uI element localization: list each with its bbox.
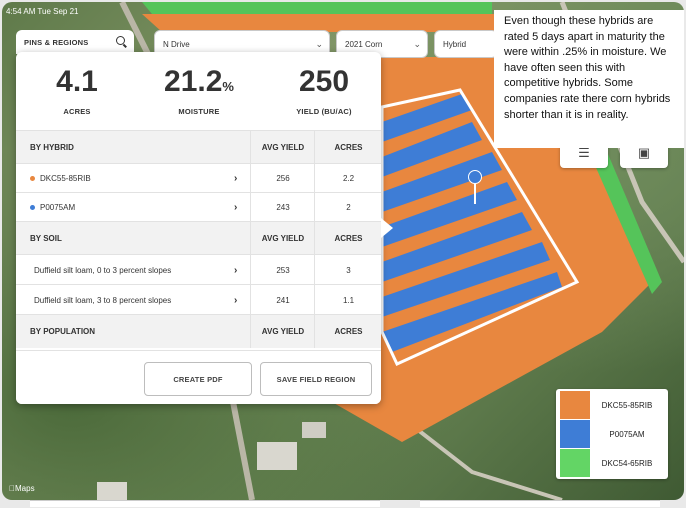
section-title: BY POPULATION xyxy=(30,327,96,336)
by-hybrid-header: BY HYBRID AVG YIELD ACRES xyxy=(16,130,381,164)
section-title: BY HYBRID xyxy=(30,143,74,152)
section-title: BY SOIL xyxy=(30,234,62,243)
hybrid-row[interactable]: P0075AM › 243 2 xyxy=(16,192,381,222)
hybrid-legend: DKC55-85RIB P0075AM DKC54-65RIB xyxy=(556,389,668,479)
stat-label: YIELD (BU/AC) xyxy=(296,107,352,116)
legend-swatch xyxy=(560,391,590,419)
hybrid-color-dot xyxy=(30,176,35,181)
by-soil-header: BY SOIL AVG YIELD ACRES xyxy=(16,221,381,255)
pins-regions-tab[interactable]: PINS & REGIONS xyxy=(16,30,134,54)
create-pdf-button[interactable]: CREATE PDF xyxy=(144,362,252,396)
by-population-header: BY POPULATION AVG YIELD ACRES xyxy=(16,314,381,348)
bottom-bar xyxy=(420,500,660,507)
stat-unit: % xyxy=(222,79,234,94)
hybrid-label: P0075AM xyxy=(40,203,76,212)
stats-summary: 4.1 ACRES 21.2% MOISTURE 250 YIELD (BU/A… xyxy=(16,52,381,130)
layer-select[interactable]: Hybrid xyxy=(434,30,498,58)
legend-swatch xyxy=(560,420,590,448)
avg-yield-cell: 256 xyxy=(250,164,315,193)
soil-label: Duffield silt loam, 3 to 8 percent slope… xyxy=(34,295,172,305)
maps-label: Maps xyxy=(9,484,35,493)
season-select-value: 2021 Corn xyxy=(345,39,383,49)
map-pin-icon[interactable] xyxy=(468,170,482,206)
stat-yield: 250 YIELD (BU/AC) xyxy=(274,65,374,117)
search-icon[interactable] xyxy=(116,36,125,45)
chevron-down-icon: ⌄ xyxy=(413,39,421,49)
status-bar-time: 4:54 AM Tue Sep 21 xyxy=(6,7,79,16)
soil-row[interactable]: Duffield silt loam, 3 to 8 percent slope… xyxy=(16,284,381,315)
col-avg-yield: AVG YIELD xyxy=(250,315,315,348)
legend-swatch xyxy=(560,449,590,477)
chevron-right-icon: › xyxy=(234,264,238,276)
stat-acres: 4.1 ACRES xyxy=(34,65,120,117)
soil-label: Duffield silt loam, 0 to 3 percent slope… xyxy=(34,265,172,275)
chevron-right-icon: › xyxy=(234,173,238,184)
layer-select-value: Hybrid xyxy=(443,39,467,49)
legend-item: DKC55-85RIB xyxy=(560,391,664,419)
hybrid-row[interactable]: DKC55-85RIB › 256 2.2 xyxy=(16,163,381,193)
chevron-down-icon: ⌄ xyxy=(315,39,323,49)
col-avg-yield: AVG YIELD xyxy=(250,131,315,164)
legend-label: DKC54-65RIB xyxy=(601,458,653,468)
soil-row[interactable]: Duffield silt loam, 0 to 3 percent slope… xyxy=(16,254,381,285)
legend-label: DKC55-85RIB xyxy=(601,400,653,410)
avg-yield-cell: 253 xyxy=(250,255,315,285)
avg-yield-cell: 243 xyxy=(250,193,315,222)
pins-regions-label: PINS & REGIONS xyxy=(24,37,89,47)
chevron-right-icon: › xyxy=(234,202,238,213)
col-acres: ACRES xyxy=(314,315,381,348)
legend-label: P0075AM xyxy=(609,429,645,439)
stat-value: 21.2 xyxy=(164,65,223,98)
panel-footer: CREATE PDF SAVE FIELD REGION xyxy=(16,350,381,404)
acres-cell: 1.1 xyxy=(314,285,381,315)
save-field-region-button[interactable]: SAVE FIELD REGION xyxy=(260,362,372,396)
legend-item: DKC54-65RIB xyxy=(560,449,664,477)
hybrid-name: DKC55-85RIB xyxy=(30,164,91,193)
stat-moisture: 21.2% MOISTURE xyxy=(156,65,242,117)
acres-cell: 3 xyxy=(314,255,381,285)
stat-value: 4.1 xyxy=(56,65,98,98)
acres-cell: 2.2 xyxy=(314,164,381,193)
chevron-right-icon: › xyxy=(234,294,238,306)
col-acres: ACRES xyxy=(314,222,381,255)
hybrid-color-dot xyxy=(30,205,35,210)
legend-item: P0075AM xyxy=(560,420,664,448)
maps-attribution: Maps xyxy=(9,484,35,493)
hybrid-label: DKC55-85RIB xyxy=(40,174,91,183)
annotation-note: Even though these hybrids are rated 5 da… xyxy=(494,10,684,148)
col-acres: ACRES xyxy=(314,131,381,164)
acres-cell: 2 xyxy=(314,193,381,222)
bottom-bar xyxy=(30,500,380,507)
field-summary-panel: 4.1 ACRES 21.2% MOISTURE 250 YIELD (BU/A… xyxy=(16,52,381,404)
stat-value: 250 xyxy=(298,65,350,98)
stat-label: ACRES xyxy=(63,107,91,116)
hybrid-name: P0075AM xyxy=(30,193,75,222)
drive-select-value: N Drive xyxy=(163,39,190,49)
avg-yield-cell: 241 xyxy=(250,285,315,315)
col-avg-yield: AVG YIELD xyxy=(250,222,315,255)
panel-pointer xyxy=(381,218,393,238)
stat-label: MOISTURE xyxy=(178,107,220,116)
